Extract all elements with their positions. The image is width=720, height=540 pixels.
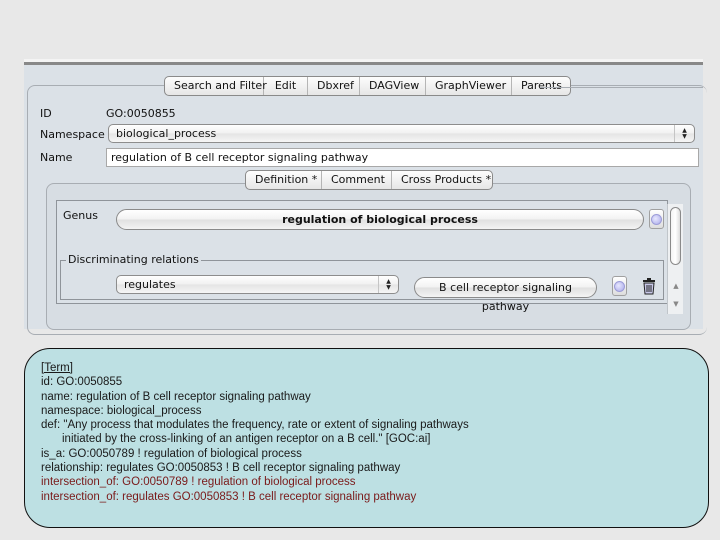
- genus-button[interactable]: regulation of biological process: [116, 209, 644, 230]
- relation-target-button[interactable]: B cell receptor signaling pathway: [414, 277, 597, 313]
- delete-relation-button[interactable]: [641, 276, 657, 296]
- namespace-label: Namespace: [40, 128, 105, 141]
- name-label: Name: [40, 151, 73, 164]
- scroll-down-arrow-icon[interactable]: ▼: [668, 296, 684, 312]
- definition-tab-bar: Definition * Comment Cross Products *: [245, 170, 493, 190]
- scroll-up-arrow-icon[interactable]: ▲: [668, 278, 684, 294]
- trash-icon: [643, 277, 655, 294]
- tab-parents[interactable]: Parents: [512, 77, 570, 95]
- tab-dbxref[interactable]: Dbxref: [308, 77, 360, 95]
- select-arrows-icon: ▲ ▼: [674, 125, 694, 142]
- tab-cross-products[interactable]: Cross Products *: [392, 171, 492, 189]
- obo-text-panel: [Term] id: GO:0050855 name: regulation o…: [24, 348, 709, 528]
- obo-line-intersection-genus: intersection_of: GO:0050789 ! regulation…: [41, 476, 356, 489]
- obo-line-id: id: GO:0050855: [41, 376, 123, 389]
- obo-line-intersection-differentia: intersection_of: regulates GO:0050853 ! …: [41, 490, 417, 503]
- obo-line-is-a: is_a: GO:0050789 ! regulation of biologi…: [41, 447, 302, 460]
- discriminating-relations-title: Discriminating relations: [66, 253, 201, 266]
- relation-select-value: regulates: [124, 278, 176, 291]
- obo-line-namespace: namespace: biological_process: [41, 404, 202, 417]
- tab-dagview[interactable]: DAGView: [360, 77, 426, 95]
- genus-label: Genus: [63, 209, 98, 222]
- term-browse-icon: [651, 213, 662, 225]
- genus-browse-button[interactable]: [649, 209, 664, 229]
- obo-line-name: name: regulation of B cell receptor sign…: [41, 390, 311, 403]
- target-browse-button[interactable]: [612, 276, 627, 296]
- namespace-select[interactable]: biological_process ▲ ▼: [108, 124, 695, 143]
- tab-definition[interactable]: Definition *: [246, 171, 322, 189]
- name-input[interactable]: regulation of B cell receptor signaling …: [106, 148, 699, 167]
- tab-comment[interactable]: Comment: [322, 171, 392, 189]
- scrollbar-thumb[interactable]: [670, 207, 681, 265]
- obo-line-relationship: relationship: regulates GO:0050853 ! B c…: [41, 462, 401, 475]
- term-editor-window: Search and Filter Edit Dbxref DAGView Gr…: [24, 59, 707, 335]
- select-arrows-icon: ▲ ▼: [378, 276, 398, 293]
- main-tab-bar: Search and Filter Edit Dbxref DAGView Gr…: [164, 76, 571, 96]
- namespace-select-value: biological_process: [116, 127, 217, 140]
- id-value: GO:0050855: [106, 107, 176, 120]
- tab-divider: [540, 87, 703, 88]
- term-browse-icon: [614, 280, 625, 292]
- obo-line-def: def: "Any process that modulates the fre…: [41, 419, 469, 432]
- tab-edit[interactable]: Edit: [264, 77, 308, 95]
- tab-graphviewer[interactable]: GraphViewer: [426, 77, 512, 95]
- tab-search-and-filter[interactable]: Search and Filter: [165, 77, 267, 95]
- obo-line-header: [Term]: [41, 362, 73, 374]
- cross-products-scrollbar[interactable]: ▲ ▼: [667, 204, 683, 314]
- obo-line-def-continued: initiated by the cross-linking of an ant…: [62, 433, 431, 446]
- id-label: ID: [40, 107, 52, 120]
- relation-select[interactable]: regulates ▲ ▼: [116, 275, 399, 294]
